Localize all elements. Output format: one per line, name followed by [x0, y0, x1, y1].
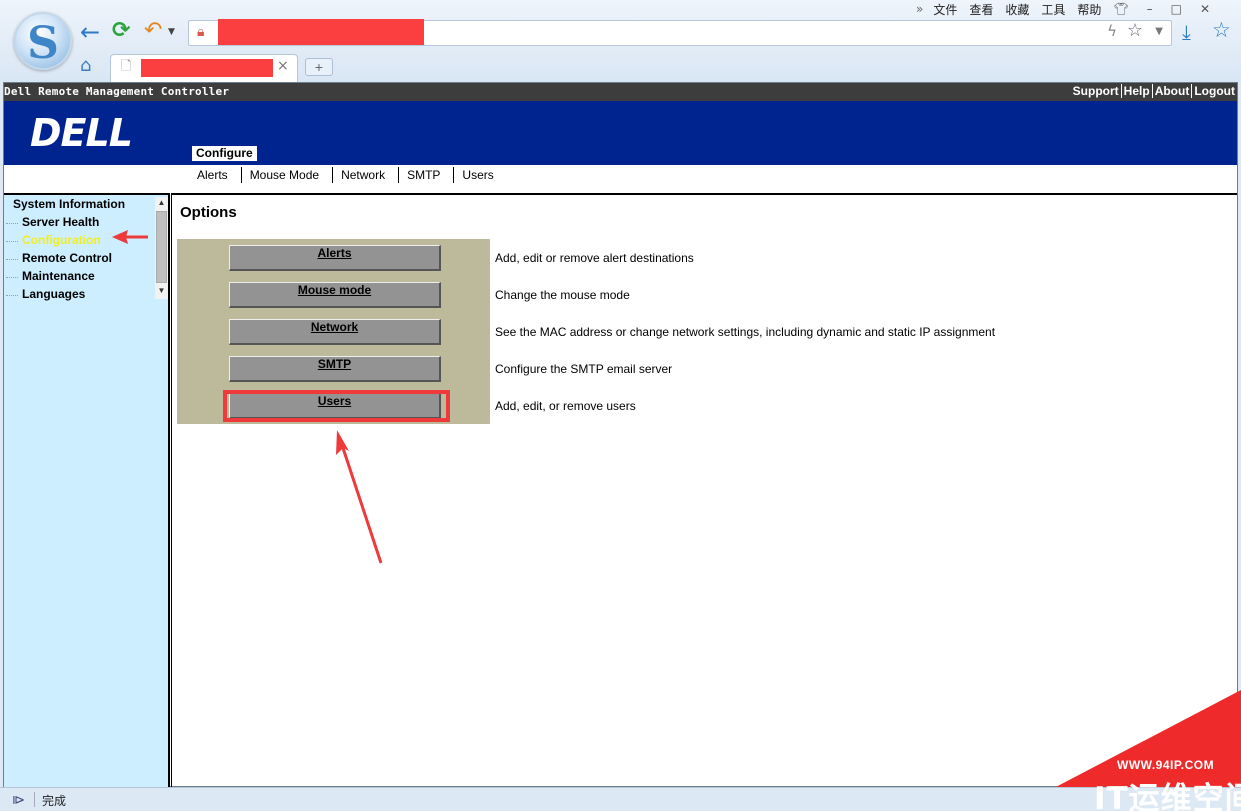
status-text: 完成 [42, 794, 67, 808]
users-arrow-icon [336, 430, 383, 564]
watermark-url: WWW.94IP.COM [1117, 758, 1215, 772]
status-divider [34, 792, 35, 807]
watermark-text: IT运维空间 [1094, 781, 1241, 811]
annotation-arrows [112, 230, 1241, 811]
status-bar: ⧐ 完成 [0, 787, 1241, 811]
status-sidebar-toggle-icon[interactable]: ⧐ [12, 792, 25, 808]
configuration-arrow-icon [112, 230, 148, 244]
